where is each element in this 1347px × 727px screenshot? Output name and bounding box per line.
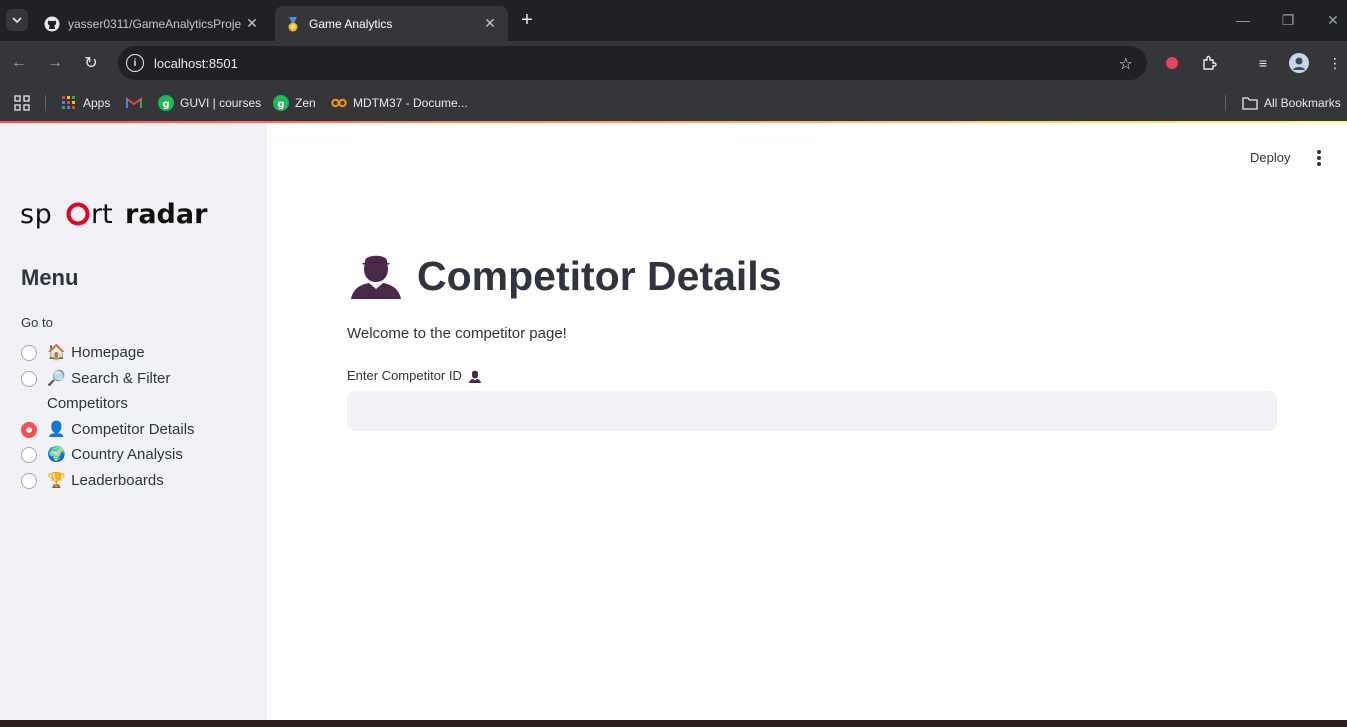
trophy-icon: 🏆 <box>47 472 66 489</box>
main-content: Deploy Competitor Details Welcome to the… <box>267 123 1347 720</box>
new-tab-button[interactable]: + <box>516 9 538 31</box>
tab-title: Game Analytics <box>309 16 393 31</box>
magnifier-icon: 🔎 <box>47 370 66 387</box>
github-icon <box>44 16 60 32</box>
url-text[interactable]: localhost:8501 <box>154 56 238 71</box>
radio-button[interactable] <box>21 345 37 361</box>
svg-text:g: g <box>277 99 284 110</box>
radio-label: Competitor Details <box>71 421 195 438</box>
svg-text:radar: radar <box>125 200 208 230</box>
gmail-icon <box>126 95 142 111</box>
extensions-puzzle-icon[interactable] <box>1198 52 1220 74</box>
restore-icon[interactable]: ❐ <box>1276 8 1300 32</box>
bookmark-label: GUVI | courses <box>180 96 262 110</box>
person-silhouette-icon <box>468 370 481 383</box>
browser-toolbar: ← → ↻ i localhost:8501 ☆ ≡ ⋮ <box>0 41 1347 85</box>
close-tab-icon[interactable]: ✕ <box>244 15 260 32</box>
guvi-icon: g <box>273 95 289 111</box>
house-icon: 🏠 <box>47 344 66 361</box>
streamlit-app: sp rt radar Menu Go to 🏠 Homepage 🔎 Sear… <box>0 123 1347 720</box>
os-taskbar-edge <box>0 720 1347 727</box>
profile-avatar[interactable] <box>1288 52 1310 74</box>
nav-radio-competitor-details[interactable]: 👤 Competitor Details <box>21 421 217 442</box>
bookmark-mdtm37[interactable]: MDTM37 - Docume... <box>331 93 468 113</box>
tab-strip: yasser0311/GameAnalyticsProje ✕ Game Ana… <box>0 0 1347 41</box>
radio-label: Leaderboards <box>71 472 164 489</box>
bookmark-apps[interactable]: Apps <box>61 93 110 113</box>
nav-radio-search-filter[interactable]: 🔎 Search & Filter Competitors <box>21 370 217 416</box>
chevron-down-icon <box>12 17 22 24</box>
menu-title: Menu <box>21 265 79 290</box>
tab-github[interactable]: yasser0311/GameAnalyticsProje ✕ <box>34 6 270 41</box>
close-tab-icon[interactable]: ✕ <box>482 15 498 32</box>
person-silhouette-icon: 👤 <box>47 421 66 438</box>
radio-group-label: Go to <box>21 315 53 330</box>
tab-game-analytics[interactable]: Game Analytics ✕ <box>275 6 508 41</box>
svg-text:rt: rt <box>91 200 113 230</box>
back-arrow-icon[interactable]: ← <box>7 51 31 75</box>
competitor-id-label: Enter Competitor ID <box>347 368 482 383</box>
welcome-text: Welcome to the competitor page! <box>347 325 567 342</box>
media-control-icon[interactable]: ≡ <box>1252 52 1274 74</box>
person-silhouette-icon <box>351 255 401 299</box>
nav-radio-homepage[interactable]: 🏠 Homepage <box>21 344 217 365</box>
bookmark-label: Apps <box>83 96 111 110</box>
apps-launcher-icon[interactable] <box>14 93 30 113</box>
all-bookmarks-folder[interactable]: All Bookmarks <box>1242 93 1341 113</box>
folder-icon <box>1242 95 1258 111</box>
sidebar: sp rt radar Menu Go to 🏠 Homepage 🔎 Sear… <box>0 123 267 720</box>
radio-button[interactable] <box>21 473 37 489</box>
bookmark-label: MDTM37 - Docume... <box>353 96 468 110</box>
window-close-icon[interactable]: ✕ <box>1321 8 1345 32</box>
bookmark-star-icon[interactable]: ☆ <box>1119 54 1133 74</box>
radio-label: Homepage <box>71 344 145 361</box>
tab-title: yasser0311/GameAnalyticsProje <box>68 16 242 31</box>
reload-icon[interactable]: ↻ <box>79 51 103 75</box>
guvi-icon: g <box>158 95 174 111</box>
infinity-icon <box>331 95 347 111</box>
page-title: Competitor Details <box>347 251 782 301</box>
bookmark-divider <box>45 95 46 111</box>
bookmark-label: Zen <box>295 96 316 110</box>
forward-arrow-icon[interactable]: → <box>43 51 67 75</box>
nav-radio-country-analysis[interactable]: 🌍 Country Analysis <box>21 446 217 467</box>
main-menu-icon[interactable] <box>1313 150 1325 166</box>
bookmark-zen[interactable]: g Zen <box>273 93 316 113</box>
minimize-icon[interactable]: — <box>1231 8 1255 32</box>
globe-icon: 🌍 <box>47 446 66 463</box>
radio-label: Country Analysis <box>71 446 183 463</box>
tab-search-button[interactable] <box>6 9 28 31</box>
competitor-id-input[interactable] <box>347 391 1277 431</box>
site-info-icon[interactable]: i <box>126 54 144 72</box>
sportradar-logo: sp rt radar <box>20 199 244 230</box>
bookmarks-bar: Apps g GUVI | courses g Zen MDTM37 - Doc… <box>0 85 1347 121</box>
deploy-button[interactable]: Deploy <box>1250 150 1290 165</box>
address-bar[interactable]: i localhost:8501 ☆ <box>118 46 1147 80</box>
radio-button[interactable] <box>21 447 37 463</box>
nav-radio-leaderboards[interactable]: 🏆 Leaderboards <box>21 472 217 493</box>
bookmark-divider <box>1225 95 1226 111</box>
radio-button-selected[interactable] <box>21 422 37 438</box>
all-bookmarks-label: All Bookmarks <box>1264 96 1341 110</box>
bookmark-guvi[interactable]: g GUVI | courses <box>158 93 261 113</box>
svg-text:sp: sp <box>20 200 52 230</box>
page-title-text: Competitor Details <box>417 252 782 299</box>
medal-icon <box>285 16 301 32</box>
browser-chrome: yasser0311/GameAnalyticsProje ✕ Game Ana… <box>0 0 1347 121</box>
browser-menu-icon[interactable]: ⋮ <box>1324 52 1346 74</box>
apps-grid-icon <box>61 95 77 111</box>
bookmark-gmail[interactable] <box>126 93 148 113</box>
extension-red-icon[interactable] <box>1161 52 1183 74</box>
svg-text:g: g <box>162 99 169 110</box>
radio-button[interactable] <box>21 371 37 387</box>
